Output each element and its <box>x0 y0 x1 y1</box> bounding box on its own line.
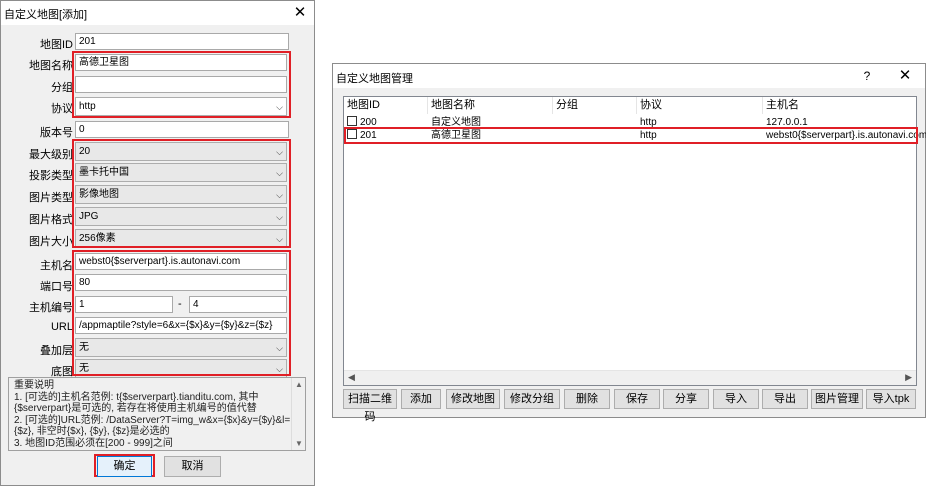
map-table: 地图ID 地图名称 分组 协议 主机名 200 自定义地图 http 127.0… <box>343 96 926 386</box>
column-header[interactable]: 主机名 <box>763 97 918 114</box>
import-tpk-button[interactable]: 导入tpk <box>866 389 916 409</box>
map-name-label: 地图名称 <box>29 60 73 72</box>
close-icon[interactable]: ✕ <box>893 66 917 86</box>
dialog-title: 自定义地图管理 <box>336 73 413 85</box>
projection-label: 投影类型 <box>29 170 73 182</box>
url-label: URL <box>50 321 73 333</box>
highlight-box-basic <box>72 51 291 118</box>
notes-line: 1. [可选的]主机名范例: t{$serverpart}.tianditu.c… <box>14 391 259 403</box>
edit-map-button[interactable]: 修改地图 <box>446 389 500 409</box>
overlay-label: 叠加层 <box>40 345 73 357</box>
share-button[interactable]: 分享 <box>663 389 709 409</box>
scroll-right-icon[interactable]: ▶ <box>905 372 912 383</box>
scroll-up-icon[interactable]: ▲ <box>295 379 303 391</box>
column-header[interactable]: 分组 <box>553 97 637 114</box>
map-id-label: 地图ID <box>40 39 73 51</box>
add-button[interactable]: 添加 <box>401 389 441 409</box>
max-level-label: 最大级别 <box>29 149 73 161</box>
notes-line: 2. [可选的]URL范例: /DataServer?T=img_w&x={$x… <box>14 414 291 426</box>
image-format-label: 图片格式 <box>29 214 73 226</box>
image-manage-button[interactable]: 图片管理 <box>811 389 863 409</box>
host-no-label: 主机编号 <box>29 302 73 314</box>
port-label: 端口号 <box>40 281 73 293</box>
horizontal-scrollbar[interactable]: ◀ ▶ <box>344 370 916 385</box>
host-label: 主机名 <box>40 260 73 272</box>
export-button[interactable]: 导出 <box>762 389 808 409</box>
delete-button[interactable]: 删除 <box>564 389 610 409</box>
protocol-label: 协议 <box>51 103 73 115</box>
map-id-field[interactable]: 201 <box>75 33 289 50</box>
map-manager-dialog: 自定义地图管理 ? ✕ 地图ID 地图名称 分组 协议 主机名 200 自定义地… <box>332 63 926 423</box>
version-label: 版本号 <box>40 127 73 139</box>
scan-qr-button[interactable]: 扫描二维码 <box>343 389 397 423</box>
highlight-box-tile <box>72 139 291 248</box>
notes-line: {$serverpart}是可选的, 若存在将使用主机编号的值代替 <box>14 403 257 414</box>
help-icon[interactable]: ? <box>857 67 877 87</box>
highlight-box-row <box>344 127 918 144</box>
notes-box: 重要说明 1. [可选的]主机名范例: t{$serverpart}.tiand… <box>8 377 306 451</box>
image-size-label: 图片大小 <box>29 236 73 248</box>
scroll-down-icon[interactable]: ▼ <box>295 438 303 450</box>
image-type-label: 图片类型 <box>29 192 73 204</box>
dialog-title: 自定义地图[添加] <box>4 9 88 21</box>
ok-button[interactable]: 确定 <box>97 456 152 477</box>
save-button[interactable]: 保存 <box>614 389 660 409</box>
cancel-button[interactable]: 取消 <box>164 456 221 477</box>
column-header[interactable]: 地图ID <box>344 97 428 114</box>
notes-scrollbar[interactable]: ▲ ▼ <box>291 378 305 450</box>
close-icon[interactable]: ✕ <box>288 3 312 23</box>
scroll-left-icon[interactable]: ◀ <box>348 372 355 383</box>
column-header[interactable]: 协议 <box>637 97 763 114</box>
highlight-box-server <box>72 250 291 376</box>
edit-group-button[interactable]: 修改分组 <box>504 389 560 409</box>
title-bar: 自定义地图[添加] ✕ <box>1 1 314 25</box>
column-header[interactable]: 地图名称 <box>428 97 553 114</box>
add-map-dialog: 自定义地图[添加] ✕ 地图ID 201 地图名称 高德卫星图 分组 协议 ht… <box>0 0 315 486</box>
title-bar: 自定义地图管理 ? ✕ <box>333 64 925 88</box>
row-checkbox[interactable] <box>347 116 357 126</box>
import-button[interactable]: 导入 <box>713 389 759 409</box>
notes-line: 重要说明 <box>14 380 54 391</box>
notes-line: {$z}, 非空时{$x}, {$y}, {$z}是必选的 <box>14 426 170 437</box>
group-label: 分组 <box>51 82 73 94</box>
notes-line: 3. 地图ID范围必须在[200 - 999]之间 <box>14 437 173 449</box>
version-field[interactable]: 0 <box>75 121 289 138</box>
